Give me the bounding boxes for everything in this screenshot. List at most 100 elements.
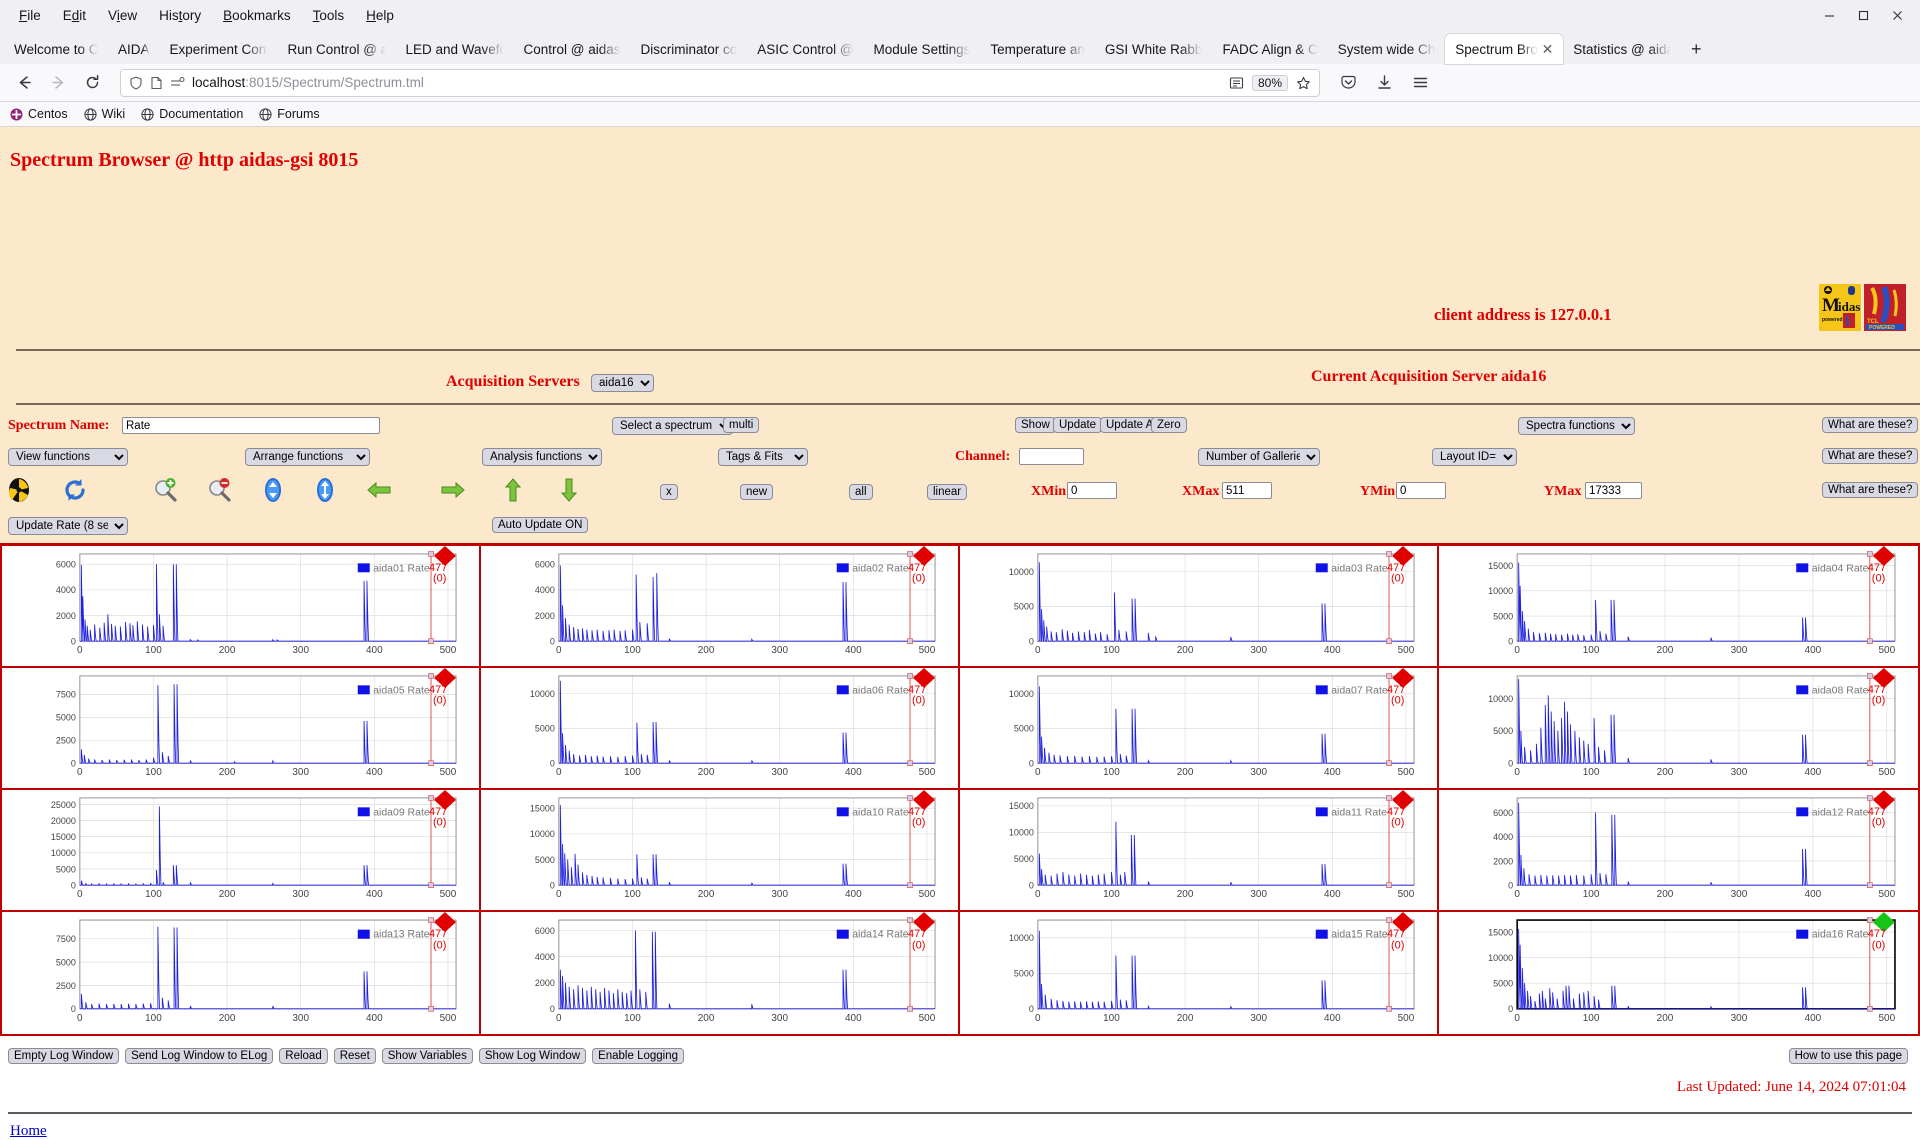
analysis-functions-dropdown[interactable]: Analysis functions xyxy=(482,448,602,466)
acquisition-server-select[interactable]: aida16 xyxy=(591,374,654,392)
layout-id-dropdown[interactable]: Layout ID=1 xyxy=(1432,448,1517,466)
zoom-out-icon[interactable] xyxy=(206,477,232,503)
spectrum-panel[interactable]: 05000100000100200300400500aida15 Rate477… xyxy=(960,912,1439,1034)
spectrum-panel[interactable]: 05000100000100200300400500aida03 Rate477… xyxy=(960,546,1439,668)
linear-button[interactable]: linear xyxy=(927,484,967,500)
zoom-in-icon[interactable] xyxy=(152,477,178,503)
browser-tab[interactable]: Discriminator co xyxy=(631,34,748,64)
menu-history[interactable]: History xyxy=(148,4,212,27)
new-button[interactable]: new xyxy=(740,484,773,500)
address-bar[interactable]: localhost:8015/Spectrum/Spectrum.tml 80% xyxy=(120,69,1320,97)
bookmark-item[interactable]: Documentation xyxy=(141,107,243,121)
arrow-down-icon[interactable] xyxy=(556,477,582,503)
footer-button[interactable]: Enable Logging xyxy=(592,1048,684,1064)
tab-close-icon[interactable]: ✕ xyxy=(1542,41,1554,58)
browser-tab[interactable]: Control @ aidas xyxy=(514,34,631,64)
shrink-vertical-icon[interactable] xyxy=(260,477,286,503)
spectrum-panel[interactable]: 02000400060000100200300400500aida14 Rate… xyxy=(481,912,960,1034)
browser-tab[interactable]: Welcome to Cen xyxy=(4,34,108,64)
hamburger-menu-icon[interactable] xyxy=(1404,68,1436,98)
browser-tab[interactable]: Experiment Cont xyxy=(160,34,278,64)
browser-tab[interactable]: AIDA xyxy=(108,34,160,64)
browser-tab[interactable]: Statistics @ aida xyxy=(1563,34,1681,64)
browser-tab[interactable]: FADC Align & C xyxy=(1212,34,1327,64)
bookmark-item[interactable]: Centos xyxy=(10,107,68,121)
how-to-use-button[interactable]: How to use this page xyxy=(1789,1048,1908,1064)
zero-button[interactable]: Zero xyxy=(1151,417,1187,433)
footer-button[interactable]: Reset xyxy=(334,1048,376,1064)
what-are-these-button-3[interactable]: What are these? xyxy=(1822,482,1918,498)
refresh-icon[interactable] xyxy=(62,477,88,503)
what-are-these-button-1[interactable]: What are these? xyxy=(1822,417,1918,433)
menu-tools[interactable]: Tools xyxy=(302,4,356,27)
browser-tab[interactable]: Module Settings xyxy=(864,34,981,64)
spectrum-panel[interactable]: 0500010000150000100200300400500aida16 Ra… xyxy=(1439,912,1918,1034)
select-spectrum-dropdown[interactable]: Select a spectrum xyxy=(612,417,733,435)
permissions-icon[interactable] xyxy=(170,76,185,90)
spectrum-panel[interactable]: 02000400060000100200300400500aida01 Rate… xyxy=(2,546,481,668)
spectrum-panel[interactable]: 02000400060000100200300400500aida12 Rate… xyxy=(1439,790,1918,912)
menu-edit[interactable]: Edit xyxy=(52,4,97,27)
auto-update-button[interactable]: Auto Update ON xyxy=(492,517,588,533)
zoom-level-badge[interactable]: 80% xyxy=(1252,75,1288,91)
show-button[interactable]: Show xyxy=(1015,417,1056,433)
arrow-left-icon[interactable] xyxy=(366,477,392,503)
menu-bookmarks[interactable]: Bookmarks xyxy=(212,4,302,27)
menu-file[interactable]: File xyxy=(8,4,52,27)
footer-button[interactable]: Show Log Window xyxy=(479,1048,586,1064)
update-button[interactable]: Update xyxy=(1053,417,1102,433)
expand-vertical-icon[interactable] xyxy=(312,477,338,503)
footer-button[interactable]: Show Variables xyxy=(382,1048,473,1064)
spectrum-panel[interactable]: 05000100000100200300400500aida08 Rate477… xyxy=(1439,668,1918,790)
browser-tab[interactable]: GSI White Rabb xyxy=(1095,34,1213,64)
spectrum-panel[interactable]: 0500010000150002000025000010020030040050… xyxy=(2,790,481,912)
close-icon[interactable] xyxy=(1880,1,1914,29)
pocket-icon[interactable] xyxy=(1332,68,1364,98)
ymax-input[interactable] xyxy=(1585,482,1642,499)
reload-button[interactable] xyxy=(76,68,108,98)
spectrum-panel[interactable]: 0500010000150000100200300400500aida10 Ra… xyxy=(481,790,960,912)
bookmark-item[interactable]: Wiki xyxy=(84,107,126,121)
xmax-input[interactable] xyxy=(1222,482,1272,499)
number-of-galleries-dropdown[interactable]: Number of Galleries xyxy=(1198,448,1320,466)
forward-button[interactable] xyxy=(42,68,74,98)
channel-input[interactable] xyxy=(1019,448,1084,465)
all-button[interactable]: all xyxy=(849,484,873,500)
home-link[interactable]: Home xyxy=(10,1123,47,1140)
spectrum-panel[interactable]: 05000100000100200300400500aida07 Rate477… xyxy=(960,668,1439,790)
ymin-input[interactable] xyxy=(1396,482,1446,499)
arrange-functions-dropdown[interactable]: Arrange functions xyxy=(245,448,370,466)
spectrum-panel[interactable]: 02000400060000100200300400500aida02 Rate… xyxy=(481,546,960,668)
browser-tab[interactable]: Temperature an xyxy=(980,34,1095,64)
update-rate-dropdown[interactable]: Update Rate (8 secs) xyxy=(8,517,128,535)
xmin-input[interactable] xyxy=(1067,482,1117,499)
downloads-icon[interactable] xyxy=(1368,68,1400,98)
spectrum-name-input[interactable] xyxy=(122,417,380,434)
spectrum-panel[interactable]: 02500500075000100200300400500aida05 Rate… xyxy=(2,668,481,790)
browser-tab[interactable]: Spectrum Brow✕ xyxy=(1445,34,1563,64)
browser-tab[interactable]: System wide Ch xyxy=(1328,34,1446,64)
new-tab-button[interactable]: + xyxy=(1681,34,1711,64)
spectrum-panel[interactable]: 05000100000100200300400500aida06 Rate477… xyxy=(481,668,960,790)
browser-tab[interactable]: LED and Wavefo xyxy=(396,34,514,64)
spectrum-panel[interactable]: 0500010000150000100200300400500aida04 Ra… xyxy=(1439,546,1918,668)
browser-tab[interactable]: ASIC Control @ xyxy=(747,34,863,64)
spectrum-panel[interactable]: 0500010000150000100200300400500aida11 Ra… xyxy=(960,790,1439,912)
browser-tab[interactable]: Run Control @ a xyxy=(278,34,396,64)
footer-button[interactable]: Reload xyxy=(279,1048,327,1064)
spectrum-panel[interactable]: 02500500075000100200300400500aida13 Rate… xyxy=(2,912,481,1034)
radiation-icon[interactable] xyxy=(6,477,32,503)
minimize-icon[interactable] xyxy=(1812,1,1846,29)
maximize-icon[interactable] xyxy=(1846,1,1880,29)
multi-button[interactable]: multi xyxy=(723,417,759,433)
x-button[interactable]: x xyxy=(660,484,678,500)
arrow-up-icon[interactable] xyxy=(500,477,526,503)
what-are-these-button-2[interactable]: What are these? xyxy=(1822,448,1918,464)
menu-help[interactable]: Help xyxy=(355,4,405,27)
arrow-right-icon[interactable] xyxy=(440,477,466,503)
tags-and-fits-dropdown[interactable]: Tags & Fits xyxy=(718,448,808,466)
footer-button[interactable]: Send Log Window to ELog xyxy=(125,1048,273,1064)
bookmark-item[interactable]: Forums xyxy=(259,107,319,121)
bookmark-star-icon[interactable] xyxy=(1296,76,1311,90)
menu-view[interactable]: View xyxy=(97,4,148,27)
